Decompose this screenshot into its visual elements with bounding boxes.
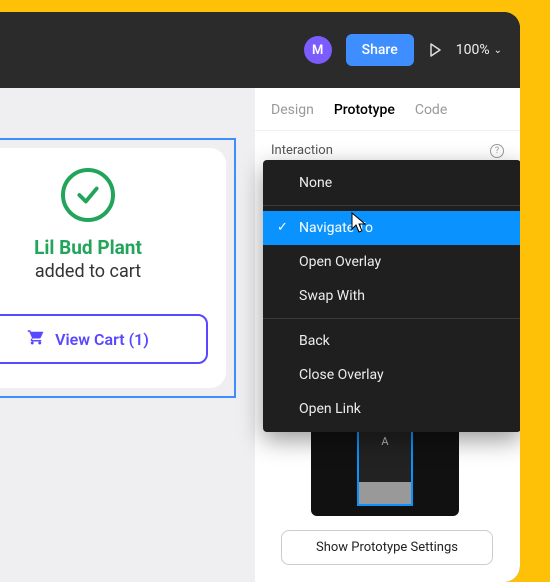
help-icon[interactable]: ? bbox=[490, 144, 504, 158]
show-prototype-settings-button[interactable]: Show Prototype Settings bbox=[281, 530, 493, 565]
cart-icon bbox=[27, 328, 45, 350]
interaction-label: Interaction bbox=[271, 143, 333, 158]
share-button[interactable]: Share bbox=[346, 34, 414, 66]
dd-item-open-link[interactable]: Open Link bbox=[263, 392, 520, 426]
product-name: Lil Bud Plant bbox=[34, 236, 142, 259]
chevron-down-icon: ⌄ bbox=[494, 45, 502, 56]
success-check-icon bbox=[61, 168, 115, 222]
dd-item-none[interactable]: None bbox=[263, 166, 520, 200]
tab-design[interactable]: Design bbox=[271, 102, 314, 118]
panel-tabs: Design Prototype Code bbox=[255, 88, 520, 131]
dd-divider bbox=[263, 318, 520, 319]
selected-frame[interactable]: Lil Bud Plant added to cart View Cart (1… bbox=[0, 138, 236, 398]
dd-item-swap-with[interactable]: Swap With bbox=[263, 279, 520, 313]
dd-divider bbox=[263, 205, 520, 206]
dd-item-back[interactable]: Back bbox=[263, 324, 520, 358]
zoom-value: 100% bbox=[456, 42, 490, 58]
avatar[interactable]: M bbox=[304, 36, 332, 64]
tab-prototype[interactable]: Prototype bbox=[334, 102, 395, 118]
dd-item-open-overlay[interactable]: Open Overlay bbox=[263, 245, 520, 279]
top-toolbar: M Share 100% ⌄ bbox=[0, 12, 520, 88]
view-cart-label: View Cart (1) bbox=[55, 330, 149, 349]
interaction-dropdown: None Navigate To Open Overlay Swap With … bbox=[263, 160, 520, 432]
play-icon[interactable] bbox=[428, 43, 442, 57]
tab-code[interactable]: Code bbox=[415, 102, 447, 118]
canvas-area[interactable]: odal Lil Bud Plant added to cart View Ca… bbox=[0, 88, 255, 582]
modal-card: Lil Bud Plant added to cart View Cart (1… bbox=[0, 148, 226, 388]
right-panel: Design Prototype Code Interaction ? None… bbox=[255, 88, 520, 582]
dd-item-close-overlay[interactable]: Close Overlay bbox=[263, 358, 520, 392]
dd-item-navigate-to[interactable]: Navigate To bbox=[263, 211, 520, 245]
added-to-cart-text: added to cart bbox=[35, 261, 141, 282]
preview-frame-b bbox=[359, 482, 411, 504]
app-window: M Share 100% ⌄ odal Lil Bud Plant added … bbox=[0, 12, 520, 582]
view-cart-button[interactable]: View Cart (1) bbox=[0, 314, 208, 364]
zoom-control[interactable]: 100% ⌄ bbox=[456, 42, 502, 58]
